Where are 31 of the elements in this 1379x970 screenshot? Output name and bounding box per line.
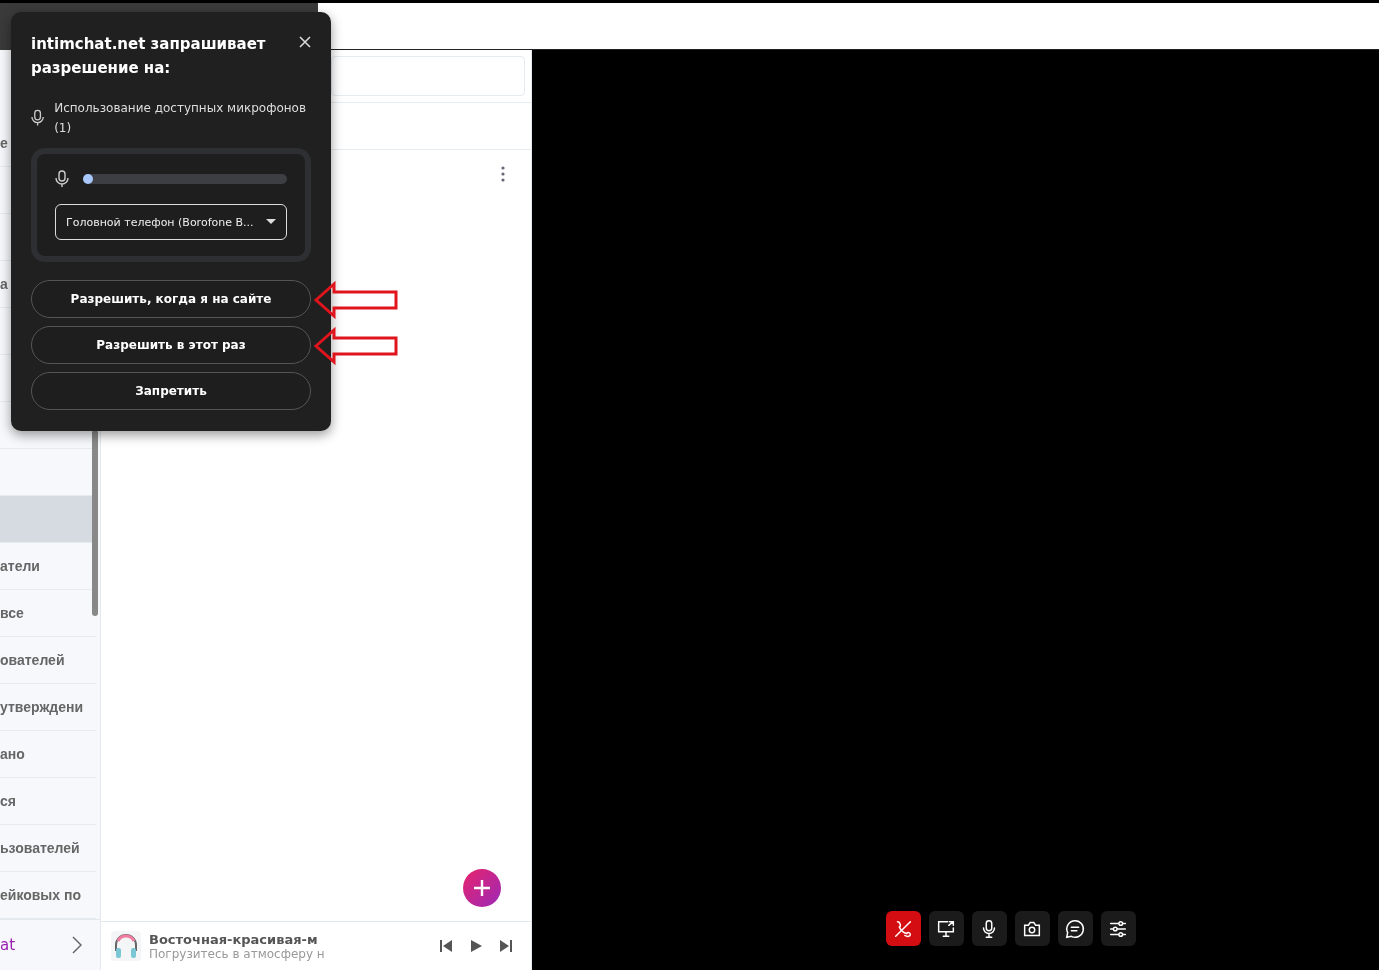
permission-button[interactable]: Разрешить в этот раз [31, 326, 311, 364]
microphone-icon [55, 170, 69, 188]
close-button[interactable] [299, 36, 311, 48]
chevron-right-icon[interactable] [72, 936, 82, 954]
scrollbar-thumb[interactable] [92, 430, 98, 616]
close-icon [299, 36, 311, 48]
play-icon [469, 939, 483, 953]
call-control-button[interactable] [1057, 911, 1093, 946]
next-icon [499, 939, 513, 953]
chat-icon [1064, 917, 1086, 940]
microphone-select[interactable]: Головной телефон (Borofone B... [55, 204, 287, 240]
permission-button[interactable]: Разрешить, когда я на сайте [31, 280, 311, 318]
hang-up-button[interactable] [885, 911, 921, 946]
track-title: Восточная-красивая-м [149, 931, 319, 947]
call-control-button[interactable] [971, 911, 1007, 946]
permission-text: Использование доступных микрофонов (1) [54, 100, 307, 137]
track-subtitle: Погрузитесь в атмосферу н [149, 946, 326, 961]
call-control-button[interactable] [928, 911, 964, 946]
search-field[interactable] [331, 56, 525, 96]
more-icon[interactable] [501, 166, 505, 182]
call-control-button[interactable] [1014, 911, 1050, 946]
headphones-icon [111, 931, 141, 961]
caret-icon [266, 219, 276, 225]
plus-icon [473, 879, 491, 897]
add-button[interactable] [463, 869, 501, 907]
popup-title: intimchat.net запрашивает разрешение на: [31, 34, 267, 79]
previous-icon [439, 939, 453, 953]
permission-button[interactable]: Запретить [31, 372, 311, 410]
microphone-icon [31, 109, 45, 127]
call-control-button[interactable] [1100, 911, 1136, 946]
footer-link[interactable]: at [0, 936, 16, 954]
